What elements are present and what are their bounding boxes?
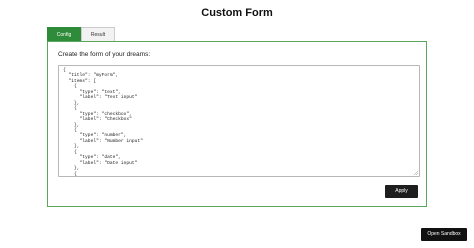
- apply-button[interactable]: Apply: [385, 185, 418, 198]
- page-title: Custom Form: [201, 7, 273, 19]
- tab-config[interactable]: Config: [47, 27, 81, 41]
- editor-prompt: Create the form of your dreams:: [58, 51, 151, 58]
- form-config-editor[interactable]: [58, 65, 420, 177]
- tab-bar: Config Result: [47, 27, 115, 42]
- tab-result[interactable]: Result: [81, 27, 115, 41]
- open-sandbox-button[interactable]: Open Sandbox: [421, 228, 467, 241]
- config-panel: Create the form of your dreams: Apply: [47, 41, 427, 207]
- page: Custom Form Config Result Create the for…: [0, 0, 474, 248]
- resize-handle-icon[interactable]: [413, 170, 418, 175]
